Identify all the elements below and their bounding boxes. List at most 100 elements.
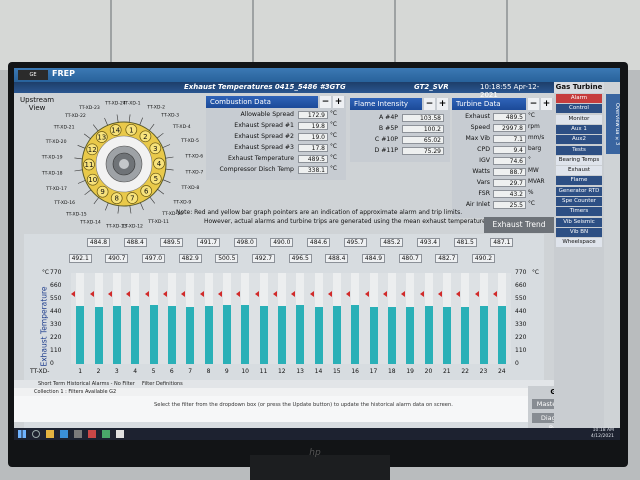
app-icon[interactable] [102,430,110,438]
thermocouple-label: TT-XD-5 [180,138,199,144]
nav-item-vib-bn[interactable]: Vib BN [556,227,602,237]
combustion-minus-button[interactable]: − [320,96,331,108]
nav-item-timers[interactable]: Timers [556,207,602,217]
flame-minus-button[interactable]: − [424,98,435,110]
thermocouple-leader [149,196,156,204]
windows-taskbar: 10:18 AM 4/12/2021 [14,428,620,440]
thermocouple-leader [105,202,109,211]
x-axis-tick: 2 [96,368,101,375]
nav-item-exhaust[interactable]: Exhaust [556,166,602,176]
nav-item-bearing-temps[interactable]: Bearing Temps [556,155,602,165]
thermocouple-leader [140,202,144,211]
search-icon[interactable] [32,430,40,438]
nav-item-monitor[interactable]: Monitor [556,114,602,124]
y-axis-tick-right: 110 [515,347,527,354]
flame-row-value: 103.58 [402,114,444,122]
thermocouple-label: TT-XD-6 [184,153,203,159]
combustor-can-number: 13 [97,134,106,142]
exhaust-temp-bar [424,305,433,364]
historical-alarms-tab[interactable]: Short Term Historical Alarms - No Filter [38,381,135,387]
exhaust-trend-button[interactable]: Exhaust Trend [484,217,554,233]
exhaust-temp-bar [461,307,470,364]
thermocouple-label: TT-XD-3 [160,113,179,119]
taskbar-date: 4/12/2021 [590,434,614,439]
thermocouple-label: TT-XD-23 [78,105,100,111]
combustion-row-unit: °C [330,122,337,128]
filter-collection-select[interactable]: Collection 1 : Filters Available G2 [34,389,116,395]
nav-item-vib-seismic[interactable]: Vib Seismic [556,217,602,227]
nav-item-spe-counter[interactable]: Spe Counter [556,197,602,206]
thermocouple-leader [92,124,99,132]
note-line-1: Note: Red and yellow bar graph pointers … [176,209,463,216]
cabinet-panel [396,0,508,70]
nav-item-flame[interactable]: Flame [556,176,602,186]
alarm-pointer [492,291,497,298]
turbine-plus-button[interactable]: + [541,98,552,110]
x-axis-tick: 24 [497,368,506,375]
exhaust-temp-bar [479,306,488,364]
combustor-can-number: 4 [157,160,162,168]
turbine-row-value: 88.7 [493,168,526,176]
flame-row-value: 75.29 [402,147,444,155]
top-row-temp-label: 498.0 [233,238,257,247]
nav-item-wheelspace[interactable]: Wheelspace [556,238,602,248]
file-explorer-icon[interactable] [46,430,54,438]
nav-item-control[interactable]: Control [556,104,602,114]
turbine-row-value: 74.6 [493,157,526,165]
combustor-can-number: 3 [153,145,157,153]
exhaust-temp-bar [387,306,396,364]
bottom-row-temp-label: 480.7 [398,254,422,263]
bottom-row-temp-label: 482.9 [178,254,202,263]
turbine-row-unit: MVAR [528,179,545,185]
y-axis-tick-right: 660 [515,282,527,289]
top-row-temp-label: 484.6 [307,238,330,247]
nav-item-aux2[interactable]: Aux2 [556,135,602,145]
thermocouple-leader [84,189,92,196]
thermocouple-leader [116,114,119,123]
x-axis-tick: 8 [206,368,211,375]
nav-item-tests[interactable]: Tests [556,145,602,155]
cabinet-panel [508,0,640,70]
thermocouple-leader [93,197,99,205]
x-axis-tick: 18 [387,368,396,375]
turbine-row-value: 25.5 [493,201,526,209]
exhaust-temp-bar [406,307,415,364]
combustion-row-label: Exhaust Spread #1 [234,122,294,129]
exhaust-temp-bar [131,306,140,364]
wall-background [0,0,640,70]
thermocouple-leader [129,205,132,214]
y-axis-tick-left: 660 [50,282,62,289]
nav-item-aux-1[interactable]: Aux 1 [556,124,602,134]
taskbar-clock[interactable]: 10:18 AM 4/12/2021 [574,428,614,440]
bottom-row-temp-label: 500.5 [215,254,239,263]
app-icon[interactable] [116,430,124,438]
combustor-can-number: 5 [154,175,158,183]
flame-row-label: A #4P [378,114,398,121]
app-icon[interactable] [74,430,82,438]
nav-item-generator-rtd[interactable]: Generator RTD [556,186,602,196]
alarm-pointer [181,291,186,298]
windows-start-icon[interactable] [18,430,26,438]
x-axis-tick: 1 [78,368,83,375]
flame-intensity-panel: Flame Intensity − + A #4P 103.58 B #5P 100.… [350,98,450,162]
ge-logo: GE [18,70,48,80]
exhaust-temp-bar [186,306,195,364]
combustion-row-label: Exhaust Spread #3 [234,144,294,151]
exhaust-temp-bar [241,305,250,364]
alarm-pointer [401,291,406,298]
monitor-stand [250,455,390,480]
flame-plus-button[interactable]: + [437,98,448,110]
x-axis-tick: 23 [479,368,488,375]
thermocouple-leader [83,133,91,139]
combustion-plus-button[interactable]: + [333,96,344,108]
browser-icon[interactable] [60,430,68,438]
app-icon[interactable] [88,430,96,438]
turbine-minus-button[interactable]: − [528,98,539,110]
turbine-row-unit: °C [528,201,535,207]
nav-item-alarm[interactable]: Alarm [556,94,602,103]
alarm-pointer [474,291,479,298]
top-row-temp-label: 488.4 [123,238,147,247]
thermocouple-label: TT-XD-2 [146,105,165,111]
overview-vertical-tab[interactable]: Overview ua ×3 [606,94,620,154]
filter-definitions-tab[interactable]: Filter Definitions [142,381,183,387]
